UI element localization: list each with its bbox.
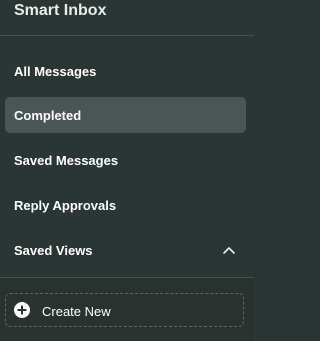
create-new-label: Create New [42, 304, 111, 319]
page-title: Smart Inbox [14, 2, 107, 19]
sidebar-item-reply-approvals[interactable]: Reply Approvals [5, 187, 246, 223]
sidebar-item-all-messages[interactable]: All Messages [5, 53, 246, 89]
sidebar-item-saved-views[interactable]: Saved Views [5, 232, 246, 268]
sidebar-item-label: Saved Views [14, 243, 93, 258]
plus-circle-icon [14, 302, 30, 318]
create-new-button[interactable]: Create New [5, 293, 244, 327]
divider [0, 277, 254, 278]
sidebar-item-label: All Messages [14, 64, 97, 79]
sidebar-item-completed[interactable]: Completed [5, 97, 246, 133]
sidebar-item-label: Completed [14, 108, 82, 123]
sidebar-item-label: Reply Approvals [14, 198, 117, 213]
sidebar-item-saved-messages[interactable]: Saved Messages [5, 142, 246, 178]
chevron-up-icon[interactable] [222, 244, 236, 256]
sidebar-header: Smart Inbox [0, 0, 254, 36]
sidebar-item-label: Saved Messages [14, 153, 119, 168]
